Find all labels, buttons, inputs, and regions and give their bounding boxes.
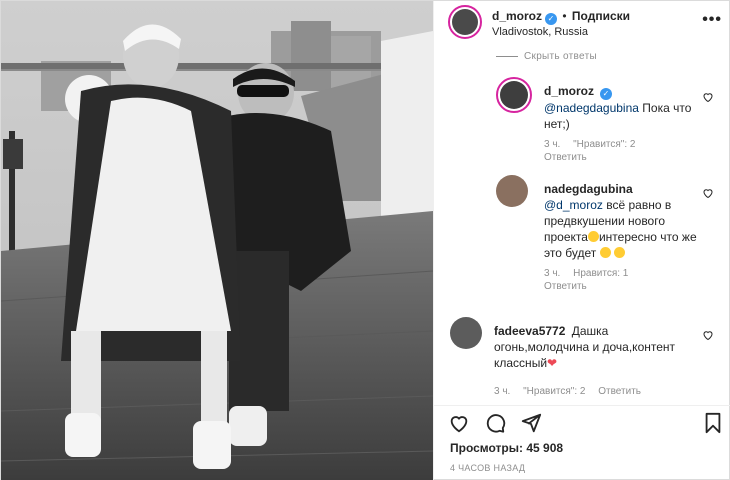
post-photo[interactable] — [1, 1, 433, 480]
comment-like-heart-icon[interactable] — [702, 91, 714, 103]
hide-replies-button[interactable]: Скрыть ответы — [496, 51, 597, 62]
comment-time[interactable]: 3 ч. — [544, 139, 560, 150]
more-dots-icon[interactable]: ••• — [702, 11, 722, 29]
views-count[interactable]: Просмотры: 45 908 — [450, 441, 563, 455]
comment-like-heart-icon[interactable] — [702, 329, 714, 341]
comment-likes[interactable]: Нравится: 1 — [573, 268, 628, 279]
comment-time[interactable]: 3 ч. — [494, 386, 510, 397]
post-timestamp[interactable]: 4 ЧАСОВ НАЗАД — [450, 463, 525, 473]
comment-item: nadegdagubina @d_moroz всё равно в предв… — [544, 181, 704, 293]
comment-likes[interactable]: "Нравится": 2 — [523, 386, 585, 397]
comment-likes[interactable]: "Нравится": 2 — [573, 139, 635, 150]
comments-list[interactable]: Скрыть ответы d_moroz ✓ @nadegdagubina По… — [434, 47, 730, 405]
post-header: d_moroz ✓ • Подписки Vladivostok, Russia … — [434, 1, 730, 47]
comment-avatar[interactable] — [496, 175, 528, 207]
hide-replies-line — [496, 55, 518, 57]
instagram-post-window: d_moroz ✓ • Подписки Vladivostok, Russia … — [0, 0, 730, 480]
share-icon[interactable] — [520, 412, 542, 434]
comment-username[interactable]: d_moroz — [544, 84, 594, 98]
smile-emoji-icon — [587, 231, 599, 242]
comment-mention[interactable]: @nadegdagubina — [544, 101, 639, 115]
comment-meta: 3 ч. Нравится: 1 Ответить — [544, 267, 704, 293]
comment-meta: 3 ч. "Нравится": 2 Ответить — [494, 385, 694, 398]
post-location[interactable]: Vladivostok, Russia — [492, 26, 588, 38]
post-side-panel: d_moroz ✓ • Подписки Vladivostok, Russia … — [433, 1, 730, 480]
smile-emoji-icon — [613, 247, 625, 258]
comment-icon[interactable] — [484, 412, 506, 434]
hide-replies-label: Скрыть ответы — [524, 51, 597, 62]
post-photo-image — [1, 1, 433, 480]
bookmark-icon[interactable] — [702, 412, 724, 434]
reply-button[interactable]: Ответить — [544, 152, 587, 163]
header-separator: • — [562, 9, 567, 23]
comment-like-heart-icon[interactable] — [702, 187, 714, 199]
comment-avatar[interactable] — [450, 317, 482, 349]
author-avatar[interactable] — [448, 5, 482, 39]
comment-username[interactable]: fadeeva5772 — [494, 324, 565, 338]
verified-badge-icon: ✓ — [600, 88, 613, 100]
comment-username[interactable]: nadegdagubina — [544, 182, 633, 196]
thinking-emoji-icon — [599, 247, 611, 258]
comment-mention[interactable]: @d_moroz — [544, 198, 603, 212]
comment-time[interactable]: 3 ч. — [544, 268, 560, 279]
comment-avatar[interactable] — [496, 77, 532, 113]
comment-item: d_moroz ✓ @nadegdagubina Пока что нет;) 3… — [544, 83, 704, 164]
comment-item: fadeeva5772 Дашка огонь,молодчина и доча… — [494, 323, 694, 398]
reply-button[interactable]: Ответить — [598, 386, 641, 397]
following-button[interactable]: Подписки — [572, 9, 630, 23]
verified-badge-icon: ✓ — [545, 13, 558, 25]
reply-button[interactable]: Ответить — [544, 281, 587, 292]
post-action-bar — [434, 405, 730, 439]
comment-meta: 3 ч. "Нравится": 2 Ответить — [544, 138, 704, 164]
author-username[interactable]: d_moroz — [492, 9, 542, 23]
red-heart-emoji: ❤ — [547, 356, 558, 370]
heart-icon[interactable] — [448, 412, 470, 434]
